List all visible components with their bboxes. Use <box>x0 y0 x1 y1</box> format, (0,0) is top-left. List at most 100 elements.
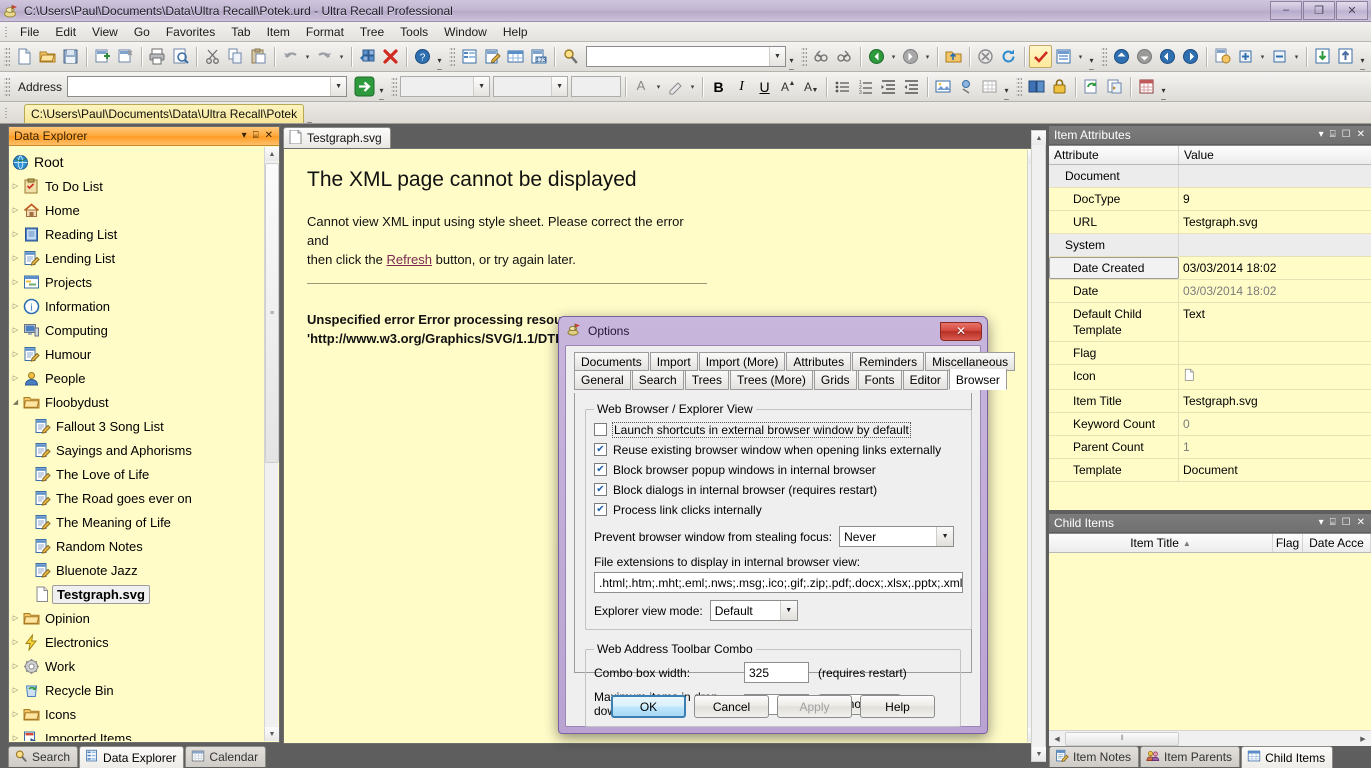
tree-node[interactable]: ▷ Lending List <box>10 246 264 270</box>
open-icon[interactable] <box>36 45 59 68</box>
checkbox-checked-icon[interactable]: ✔ <box>594 463 607 476</box>
explorer-tree[interactable]: Root ▷ To Do List ▷ Home ▷ Reading List ▷ Lendin… <box>10 147 264 741</box>
scroll-up-icon[interactable]: ▲ <box>265 147 279 161</box>
dialog-tab-trees-more[interactable]: Trees (More) <box>729 371 813 390</box>
extensions-input[interactable]: .html;.htm;.mht;.eml;.nws;.msg;.ico;.gif… <box>594 572 964 593</box>
col-attribute[interactable]: Attribute <box>1049 146 1179 164</box>
dialog-tab-reminders[interactable]: Reminders <box>852 352 925 371</box>
calendar-grid-icon[interactable]: 123 <box>527 45 550 68</box>
panel-maximize-icon[interactable]: ☐ <box>1342 518 1351 528</box>
col-flag[interactable]: Flag <box>1273 534 1303 552</box>
tree-node[interactable]: Fallout 3 Song List <box>10 414 264 438</box>
scroll-down-icon[interactable]: ▼ <box>265 727 279 741</box>
undo-dropdown-icon[interactable]: ▾ <box>302 45 313 68</box>
tree-node[interactable]: The Love of Life <box>10 462 264 486</box>
new-icon[interactable] <box>13 45 36 68</box>
panel-close-icon[interactable]: ✕ <box>1357 130 1365 140</box>
bullet-list-icon[interactable] <box>831 75 854 98</box>
tree-node[interactable]: Root <box>10 150 264 174</box>
back-dropdown-icon[interactable]: ▾ <box>888 45 899 68</box>
chevron-down-icon[interactable]: ▼ <box>769 47 785 66</box>
find-next-icon[interactable] <box>833 45 856 68</box>
ok-button[interactable]: OK <box>611 695 686 718</box>
tree-node[interactable]: ▷ Icons <box>10 702 264 726</box>
dialog-tab-editor[interactable]: Editor <box>902 371 948 390</box>
expander-collapsed-icon[interactable]: ▷ <box>10 606 21 630</box>
checkbox-row[interactable]: ✔ Reuse existing browser window when open… <box>594 440 963 459</box>
explorer-vertical-scrollbar[interactable]: ▲ ≡ ▼ <box>264 147 279 741</box>
menu-tools[interactable]: Tools <box>392 23 436 41</box>
expander-expanded-icon[interactable]: ◢ <box>10 390 21 414</box>
chevron-down-icon[interactable]: ▼ <box>330 77 347 96</box>
attribute-row[interactable]: URL Testgraph.svg <box>1049 211 1371 234</box>
tree-node[interactable]: ▷ Recycle Bin <box>10 678 264 702</box>
col-date-accessed[interactable]: Date Acce <box>1303 534 1371 552</box>
toolbar-overflow-icon[interactable]: ▾ _ <box>434 44 445 70</box>
bold-icon[interactable]: B <box>707 75 730 98</box>
check-mark-icon[interactable] <box>1029 45 1052 68</box>
expander-collapsed-icon[interactable]: ▷ <box>10 630 21 654</box>
numbered-list-icon[interactable]: 123 <box>854 75 877 98</box>
toolbar-grip[interactable] <box>4 75 10 98</box>
expander-collapsed-icon[interactable]: ▷ <box>10 270 21 294</box>
right-tab-item-notes[interactable]: Item Notes <box>1049 746 1140 767</box>
expander-collapsed-icon[interactable]: ▷ <box>10 726 21 741</box>
duplicate-icon[interactable] <box>1103 75 1126 98</box>
child-items-horizontal-scrollbar[interactable]: ◀ ⦀ ▶ <box>1049 730 1371 746</box>
help-button[interactable]: Help <box>860 695 935 718</box>
font-size-input[interactable]: ▼ <box>493 76 569 97</box>
attribute-value[interactable] <box>1179 365 1371 389</box>
expander-collapsed-icon[interactable]: ▷ <box>10 294 21 318</box>
collapse-all-icon[interactable] <box>1268 45 1291 68</box>
menu-favorites[interactable]: Favorites <box>158 23 223 41</box>
font-name-input[interactable]: ▼ <box>400 76 491 97</box>
toolbar-overflow-icon[interactable]: ▾ _ <box>1001 74 1012 100</box>
toolbar-grip[interactable] <box>4 45 10 68</box>
dialog-tab-browser[interactable]: Browser <box>948 369 1007 390</box>
underline-icon[interactable]: U <box>753 75 776 98</box>
panel-pin-icon[interactable]: ⌸ <box>1330 518 1336 528</box>
attribute-row[interactable]: Document <box>1049 165 1371 188</box>
insert-image-icon[interactable] <box>932 75 955 98</box>
tree-node[interactable]: The Road goes ever on <box>10 486 264 510</box>
document-link-icon[interactable] <box>1211 45 1234 68</box>
tree-node[interactable]: ▷ Opinion <box>10 606 264 630</box>
expander-collapsed-icon[interactable]: ▷ <box>10 198 21 222</box>
highlight-icon[interactable] <box>664 75 687 98</box>
doc-grip[interactable] <box>3 106 10 120</box>
expander-collapsed-icon[interactable]: ▷ <box>10 654 21 678</box>
expander-collapsed-icon[interactable]: ▷ <box>10 174 21 198</box>
expander-collapsed-icon[interactable]: ▷ <box>10 342 21 366</box>
forward-icon[interactable] <box>899 45 922 68</box>
dialog-tab-trees[interactable]: Trees <box>684 371 729 390</box>
dialog-tab-import-more[interactable]: Import (More) <box>698 352 786 371</box>
tree-node[interactable]: ▷ Computing <box>10 318 264 342</box>
redo-icon[interactable] <box>313 45 336 68</box>
chevron-down-icon[interactable]: ▼ <box>936 527 954 546</box>
main-splitter-scrollbar[interactable]: ▲ ▼ <box>1031 130 1046 762</box>
view-mode-icon[interactable] <box>1052 45 1075 68</box>
delete-icon[interactable] <box>379 45 402 68</box>
font-color-dropdown-icon[interactable]: ▾ <box>653 75 664 98</box>
attribute-value[interactable]: Text <box>1179 303 1371 341</box>
search-input[interactable]: ▼ <box>586 46 786 67</box>
calendar-tool-icon[interactable] <box>1135 75 1158 98</box>
panel-menu-icon[interactable]: ▾ <box>1319 518 1324 528</box>
toolbar-grip[interactable] <box>1016 75 1023 98</box>
left-tab-search[interactable]: Search <box>8 746 79 767</box>
tree-node[interactable]: Bluenote Jazz <box>10 558 264 582</box>
print-preview-icon[interactable] <box>169 45 192 68</box>
outline-icon[interactable] <box>458 45 481 68</box>
up-folder-icon[interactable] <box>942 45 965 68</box>
attributes-grid[interactable]: Attribute Value Document DocType 9 URL Testg… <box>1049 145 1371 510</box>
chevron-down-icon[interactable]: ▼ <box>473 77 490 96</box>
dialog-tab-grids[interactable]: Grids <box>813 371 857 390</box>
scroll-left-icon[interactable]: ◀ <box>1049 731 1065 746</box>
tree-node[interactable]: ▷ Imported Items <box>10 726 264 741</box>
table-icon[interactable] <box>504 45 527 68</box>
view-mode-dropdown[interactable]: Default ▼ <box>709 600 798 621</box>
checkbox-checked-icon[interactable]: ✔ <box>594 503 607 516</box>
checkbox-row[interactable]: Launch shortcuts in external browser win… <box>594 420 963 439</box>
style-input[interactable] <box>571 76 622 97</box>
attribute-value[interactable]: 03/03/2014 18:02 <box>1179 280 1371 302</box>
